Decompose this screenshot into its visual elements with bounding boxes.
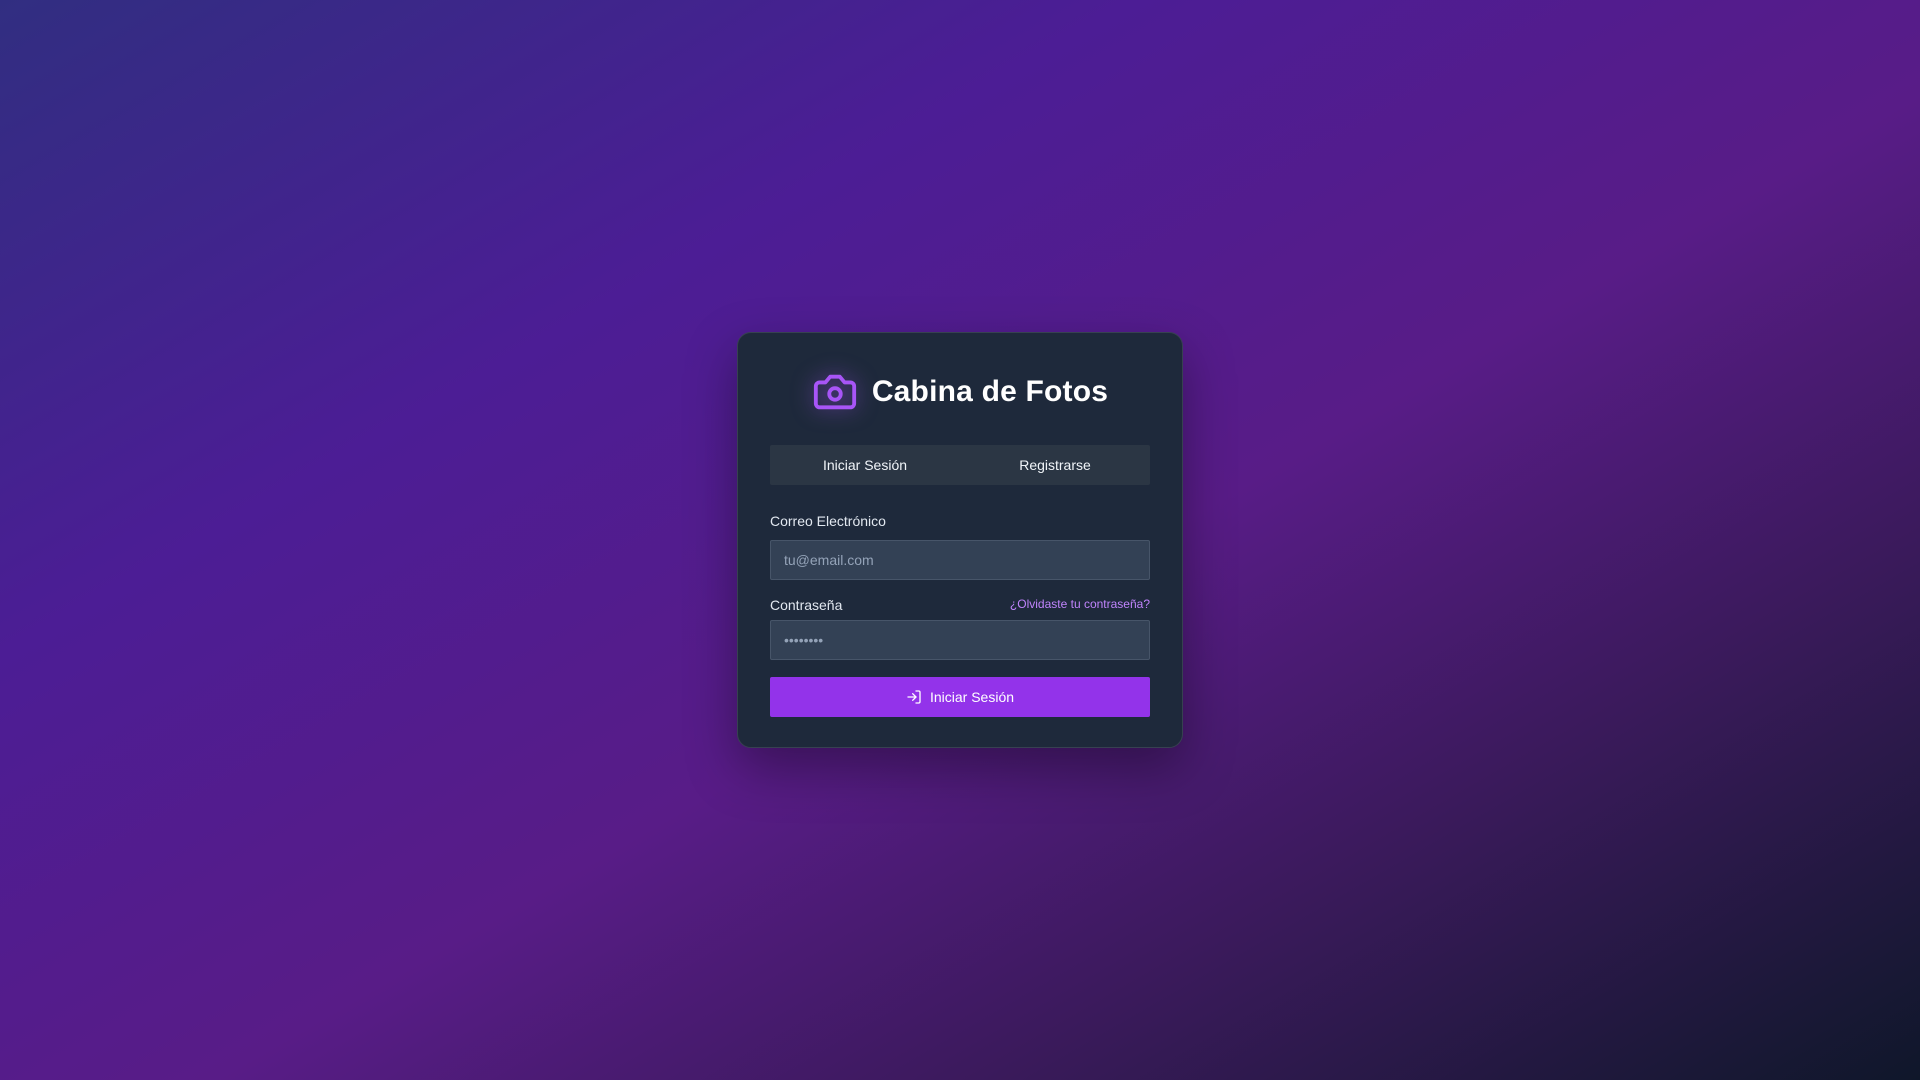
tab-login[interactable]: Iniciar Sesión — [770, 445, 960, 485]
brand-header: Cabina de Fotos — [738, 369, 1182, 415]
login-card: Cabina de Fotos Iniciar Sesión Registrar… — [737, 332, 1183, 748]
email-label: Correo Electrónico — [770, 513, 886, 529]
app-title: Cabina de Fotos — [871, 375, 1109, 408]
login-button-label: Iniciar Sesión — [929, 689, 1015, 705]
tab-register[interactable]: Registrarse — [960, 445, 1150, 485]
forgot-password-link[interactable]: ¿Olvidaste tu contraseña? — [1010, 597, 1150, 611]
password-field[interactable] — [770, 620, 1150, 660]
login-icon — [906, 689, 922, 705]
auth-tabs: Iniciar Sesión Registrarse — [770, 445, 1150, 485]
login-button[interactable]: Iniciar Sesión — [770, 677, 1150, 717]
camera-icon — [812, 369, 858, 415]
password-label: Contraseña — [770, 597, 843, 613]
email-field[interactable] — [770, 540, 1150, 580]
